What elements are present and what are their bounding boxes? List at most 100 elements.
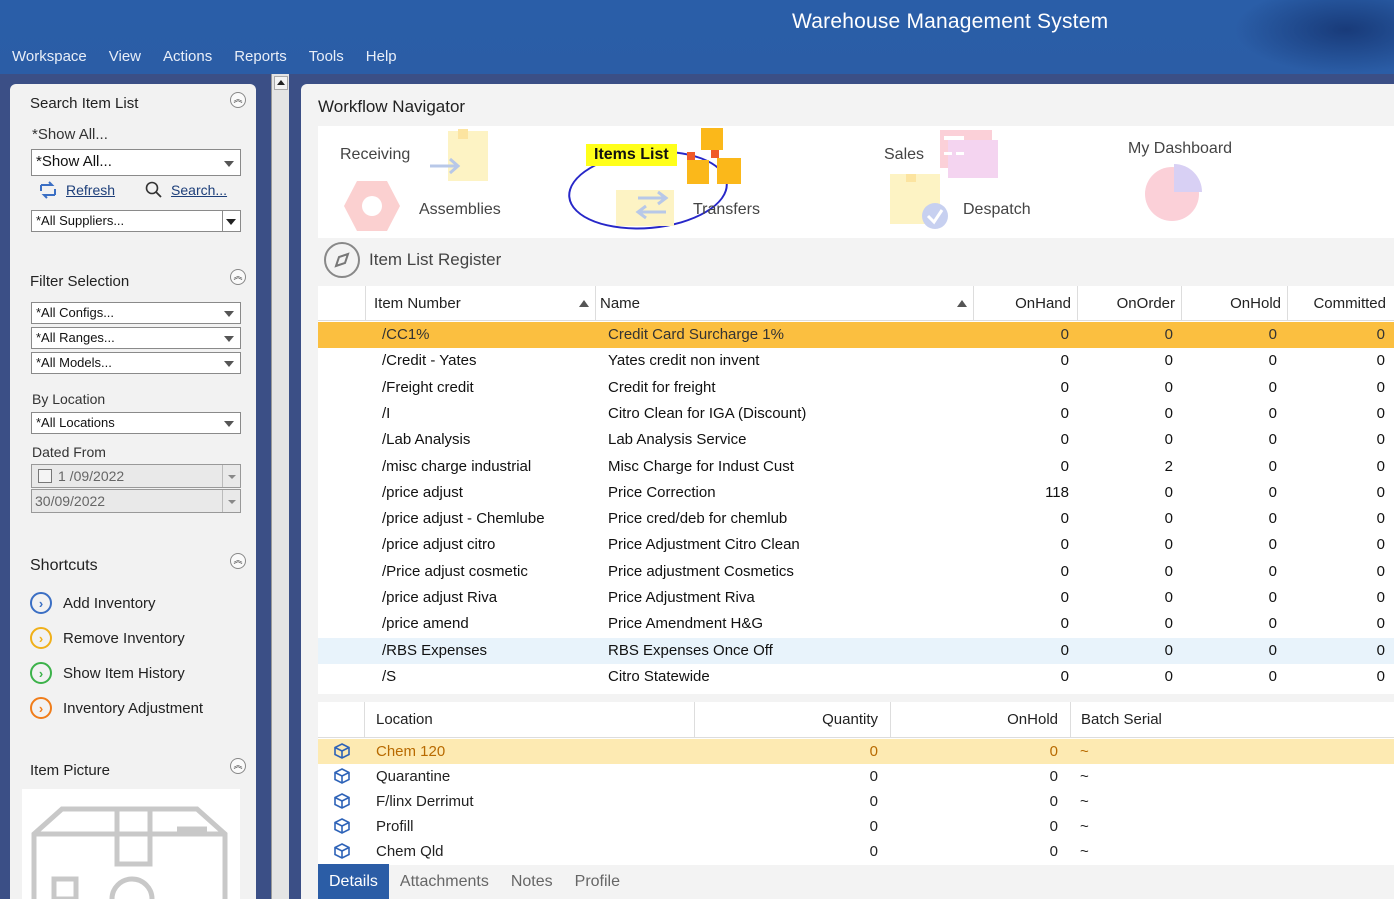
pane-splitter[interactable]	[271, 74, 289, 899]
transfers-icon	[616, 190, 674, 226]
refresh-link[interactable]: Refresh	[38, 181, 115, 199]
menu-workspace[interactable]: Workspace	[12, 48, 87, 65]
collapse-shortcuts-icon[interactable]: ︽	[230, 553, 246, 569]
menu-view[interactable]: View	[109, 48, 141, 65]
ranges-select[interactable]: *All Ranges...	[31, 327, 241, 349]
date-from-dropdown-icon[interactable]	[222, 465, 240, 487]
tab-notes[interactable]: Notes	[500, 864, 564, 899]
date-from-field[interactable]: 1 /09/2022	[31, 464, 241, 488]
table-row[interactable]: /price adjust Price Correction 118 0 0 0	[318, 480, 1394, 506]
suppliers-select[interactable]: *All Suppliers...	[31, 210, 241, 232]
column-loc-onhold[interactable]: OnHold	[890, 702, 1070, 738]
cell-onhand: 0	[1060, 536, 1069, 554]
workflow-assemblies[interactable]: Assemblies	[419, 201, 501, 219]
table-row[interactable]: /price adjust - Chemlube Price cred/deb f…	[318, 506, 1394, 532]
date-to-dropdown-icon[interactable]	[222, 490, 240, 512]
column-onhold[interactable]: OnHold	[1181, 286, 1287, 321]
table-row[interactable]: /I Citro Clean for IGA (Discount) 0 0 0 0	[318, 401, 1394, 427]
cell-batch: ~	[1080, 743, 1089, 760]
cell-onhold: 0	[1268, 378, 1277, 396]
shortcut-show-item-history[interactable]: › Show Item History	[30, 662, 185, 684]
column-location[interactable]: Location	[364, 702, 694, 738]
column-onorder[interactable]: OnOrder	[1077, 286, 1181, 321]
cell-item: /S	[382, 667, 397, 685]
table-row[interactable]: /Freight credit Credit for freight 0 0 0 0	[318, 375, 1394, 401]
workflow-navigator: Receiving Assemblies Items List Transfer…	[318, 126, 1394, 238]
cell-onhold: 0	[1268, 404, 1277, 422]
workflow-sales[interactable]: Sales	[884, 146, 924, 164]
models-select[interactable]: *All Models...	[31, 352, 241, 374]
tab-details[interactable]: Details	[318, 864, 389, 899]
menu-reports[interactable]: Reports	[234, 48, 287, 65]
table-row[interactable]: /CC1% Credit Card Surcharge 1% 0 0 0 0	[318, 322, 1394, 348]
cell-name: Price Amendment H&G	[608, 615, 764, 633]
search-section-title: Search Item List	[30, 95, 139, 112]
cell-item: /Credit - Yates	[382, 352, 477, 370]
location-row[interactable]: Chem Qld 0 0 ~	[318, 839, 1394, 864]
date-checkbox[interactable]	[38, 469, 52, 483]
cell-location: Quarantine	[376, 768, 451, 785]
collapse-picture-icon[interactable]: ︽	[230, 758, 246, 774]
tab-attachments[interactable]: Attachments	[389, 864, 500, 899]
locations-select[interactable]: *All Locations	[31, 412, 241, 434]
tab-profile[interactable]: Profile	[564, 864, 631, 899]
cell-item: /misc charge industrial	[382, 457, 532, 475]
cell-batch: ~	[1080, 768, 1089, 785]
workflow-transfers[interactable]: Transfers	[693, 201, 760, 219]
table-row[interactable]: /Price adjust cosmetic Price adjustment C…	[318, 559, 1394, 585]
cell-name: Yates credit non invent	[608, 352, 760, 370]
column-name[interactable]: Name	[595, 286, 973, 321]
table-row[interactable]: /Credit - Yates Yates credit non invent 0 0…	[318, 348, 1394, 374]
table-row[interactable]: /price adjust citro Price Adjustment Citr…	[318, 532, 1394, 558]
table-row[interactable]: /price amend Price Amendment H&G 0 0 0 0	[318, 611, 1394, 637]
menu-actions[interactable]: Actions	[163, 48, 212, 65]
compass-icon	[324, 242, 360, 278]
cell-onorder: 0	[1164, 483, 1173, 501]
cell-onorder: 0	[1164, 536, 1173, 554]
column-committed[interactable]: Committed	[1287, 286, 1394, 321]
cell-name: Credit for freight	[608, 378, 716, 396]
date-to-field[interactable]: 30/09/2022	[31, 489, 241, 513]
column-item-number[interactable]: Item Number	[365, 286, 595, 321]
shortcut-inventory-adjustment[interactable]: › Inventory Adjustment	[30, 697, 203, 719]
cell-onhand: 0	[1060, 641, 1069, 659]
configs-select[interactable]: *All Configs...	[31, 302, 241, 324]
workflow-my-dashboard[interactable]: My Dashboard	[1128, 140, 1232, 158]
show-all-label: *Show All...	[32, 126, 108, 143]
workflow-items-list[interactable]: Items List	[586, 144, 677, 166]
table-row[interactable]: /misc charge industrial Misc Charge for I…	[318, 454, 1394, 480]
location-row[interactable]: Profill 0 0 ~	[318, 814, 1394, 839]
cell-committed: 0	[1376, 562, 1385, 580]
show-all-select[interactable]: *Show All...	[31, 149, 241, 176]
menu-help[interactable]: Help	[366, 48, 397, 65]
shortcut-add-inventory[interactable]: › Add Inventory	[30, 592, 156, 614]
cell-name: Price cred/deb for chemlub	[608, 510, 788, 528]
cell-onhold: 0	[1268, 457, 1277, 475]
table-row[interactable]: /price adjust Riva Price Adjustment Riva 0…	[318, 585, 1394, 611]
shortcut-remove-inventory[interactable]: › Remove Inventory	[30, 627, 185, 649]
column-quantity[interactable]: Quantity	[694, 702, 890, 738]
location-row[interactable]: F/linx Derrimut 0 0 ~	[318, 789, 1394, 814]
column-onhand[interactable]: OnHand	[973, 286, 1077, 321]
detail-tabs: Details Attachments Notes Profile	[318, 864, 631, 899]
table-row[interactable]: /Lab Analysis Lab Analysis Service 0 0 0 0	[318, 427, 1394, 453]
collapse-search-icon[interactable]: ︽	[230, 92, 246, 108]
location-row[interactable]: Chem 120 0 0 ~	[318, 739, 1394, 764]
workflow-receiving[interactable]: Receiving	[340, 146, 410, 164]
location-row[interactable]: Quarantine 0 0 ~	[318, 764, 1394, 789]
table-row[interactable]: /S Citro Statewide 0 0 0 0	[318, 664, 1394, 690]
cell-onorder: 0	[1164, 378, 1173, 396]
cell-name: Price adjustment Cosmetics	[608, 562, 794, 580]
collapse-filter-icon[interactable]: ︽	[230, 269, 246, 285]
workflow-despatch[interactable]: Despatch	[963, 201, 1031, 219]
shortcuts-section-title: Shortcuts	[30, 557, 98, 574]
main-pane: Workflow Navigator Receiving Assemblies …	[301, 84, 1394, 899]
search-link[interactable]: Search...	[145, 181, 227, 199]
column-batch-serial[interactable]: Batch Serial	[1070, 702, 1394, 738]
scroll-up-icon[interactable]	[274, 76, 288, 90]
cell-committed: 0	[1376, 589, 1385, 606]
table-row[interactable]: /RBS Expenses RBS Expenses Once Off 0 0 0 0	[318, 637, 1394, 664]
cell-onhand: 0	[1060, 457, 1069, 475]
cell-onorder: 0	[1164, 431, 1173, 449]
menu-tools[interactable]: Tools	[309, 48, 344, 65]
